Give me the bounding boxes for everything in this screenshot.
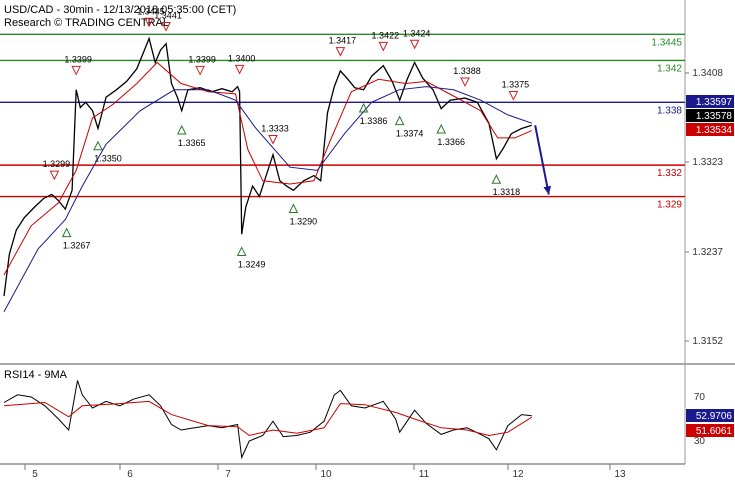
x-tick-label-0: 5: [32, 469, 38, 480]
chart-figure: USD/CAD - 30min - 12/13/2018 05:35:00 (C…: [0, 0, 735, 480]
rsi-y-tick-label-0: 70: [694, 392, 706, 403]
marker-label-2: 1.3399: [64, 54, 92, 64]
marker-label-19: 1.3318: [493, 187, 521, 197]
level-label-3: 1.332: [657, 168, 682, 179]
level-label-4: 1.329: [657, 200, 682, 211]
y-tick-label-2: 1.3237: [692, 247, 723, 258]
chart-symbol-title: USD/CAD - 30min - 12/13/2018 05:35:00 (C…: [4, 4, 236, 16]
marker-label-14: 1.3422: [372, 30, 400, 40]
x-tick-label-2: 7: [225, 469, 231, 480]
marker-label-1: 1.3267: [63, 241, 91, 251]
y-tick-label-1: 1.3323: [692, 157, 723, 168]
chart-provider-label: Research © TRADING CENTRAL: [4, 17, 169, 29]
marker-label-12: 1.3417: [329, 36, 357, 46]
rsi-panel-title: RSI14 - 9MA: [4, 369, 68, 381]
marker-label-18: 1.3388: [453, 66, 481, 76]
marker-label-13: 1.3386: [360, 116, 388, 126]
marker-label-16: 1.3424: [403, 28, 431, 38]
current-value-label-ma_slow: 1.33597: [696, 97, 733, 108]
rsi-value-label-rsi: 52.9706: [696, 411, 733, 422]
rsi-value-label-ma: 51.6061: [696, 426, 733, 437]
level-label-0: 1.3445: [651, 37, 682, 48]
marker-label-15: 1.3374: [396, 129, 424, 139]
level-label-1: 1.342: [657, 63, 682, 74]
marker-label-3: 1.3350: [94, 154, 122, 164]
current-value-label-ma_fast: 1.33534: [696, 125, 733, 136]
x-tick-label-3: 10: [320, 469, 332, 480]
current-value-label-price: 1.33578: [696, 111, 733, 122]
marker-label-6: 1.3365: [178, 138, 206, 148]
marker-label-11: 1.3290: [290, 217, 318, 227]
y-tick-label-3: 1.3152: [692, 336, 723, 347]
marker-label-9: 1.3249: [238, 259, 266, 269]
marker-label-17: 1.3366: [437, 137, 465, 147]
rsi-y-tick-label-1: 30: [694, 436, 706, 447]
marker-label-20: 1.3375: [502, 80, 530, 90]
level-label-2: 1.338: [657, 105, 682, 116]
marker-label-0: 1.3299: [43, 159, 71, 169]
x-tick-label-6: 13: [614, 469, 626, 480]
marker-label-10: 1.3333: [261, 124, 289, 134]
marker-label-5: 1.3441: [154, 10, 182, 20]
marker-label-8: 1.3400: [228, 53, 256, 63]
y-tick-label-0: 1.3408: [692, 68, 723, 79]
x-tick-label-4: 11: [419, 469, 430, 480]
x-tick-label-5: 12: [512, 469, 524, 480]
x-tick-label-1: 6: [127, 469, 133, 480]
marker-label-7: 1.3399: [188, 54, 216, 64]
